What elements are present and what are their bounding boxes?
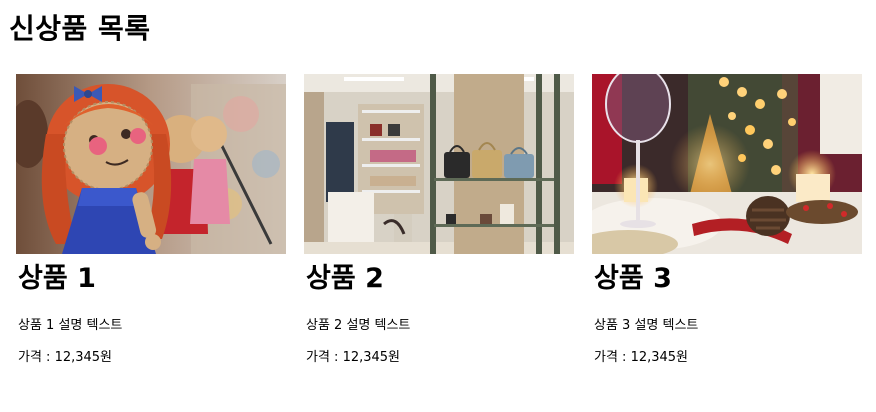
- product-image-dolls[interactable]: [16, 74, 286, 254]
- handbag-store-photo: [304, 74, 574, 254]
- product-description: 상품 2 설명 텍스트: [306, 318, 411, 333]
- page-title: 신상품 목록: [9, 12, 151, 45]
- product-card[interactable]: 상품 1 상품 1 설명 텍스트 가격 : 12,345원: [16, 74, 286, 366]
- knitted-dolls-photo: [16, 74, 286, 254]
- product-list-page: 신상품 목록 상품 1 상품 1 설명 텍스트 가격: 12,345원 상품 …: [0, 0, 876, 412]
- product-grid: 상품 1 상품 1 설명 텍스트 가격 : 12,345원 상품 2 상품 2 …: [16, 74, 862, 374]
- product-description: 상품 1 설명 텍스트: [18, 318, 123, 333]
- product-price: 가격 : 12,345원: [18, 350, 113, 365]
- product-title[interactable]: 상품 3: [594, 260, 862, 298]
- product-title[interactable]: 상품 1: [18, 260, 286, 298]
- product-title[interactable]: 상품 2: [306, 260, 574, 298]
- product-price: 가격 : 12,345원: [594, 350, 689, 365]
- product-card[interactable]: 상품 2 상품 2 설명 텍스트 가격 : 12,345원: [304, 74, 574, 366]
- product-image-handbags[interactable]: [304, 74, 574, 254]
- product-card[interactable]: 상품 3 상품 3 설명 텍스트 가격 : 12,345원: [592, 74, 862, 366]
- christmas-table-photo: [592, 74, 862, 254]
- product-price: 가격 : 12,345원: [306, 350, 401, 365]
- product-description: 상품 3 설명 텍스트: [594, 318, 699, 333]
- product-image-christmas[interactable]: [592, 74, 862, 254]
